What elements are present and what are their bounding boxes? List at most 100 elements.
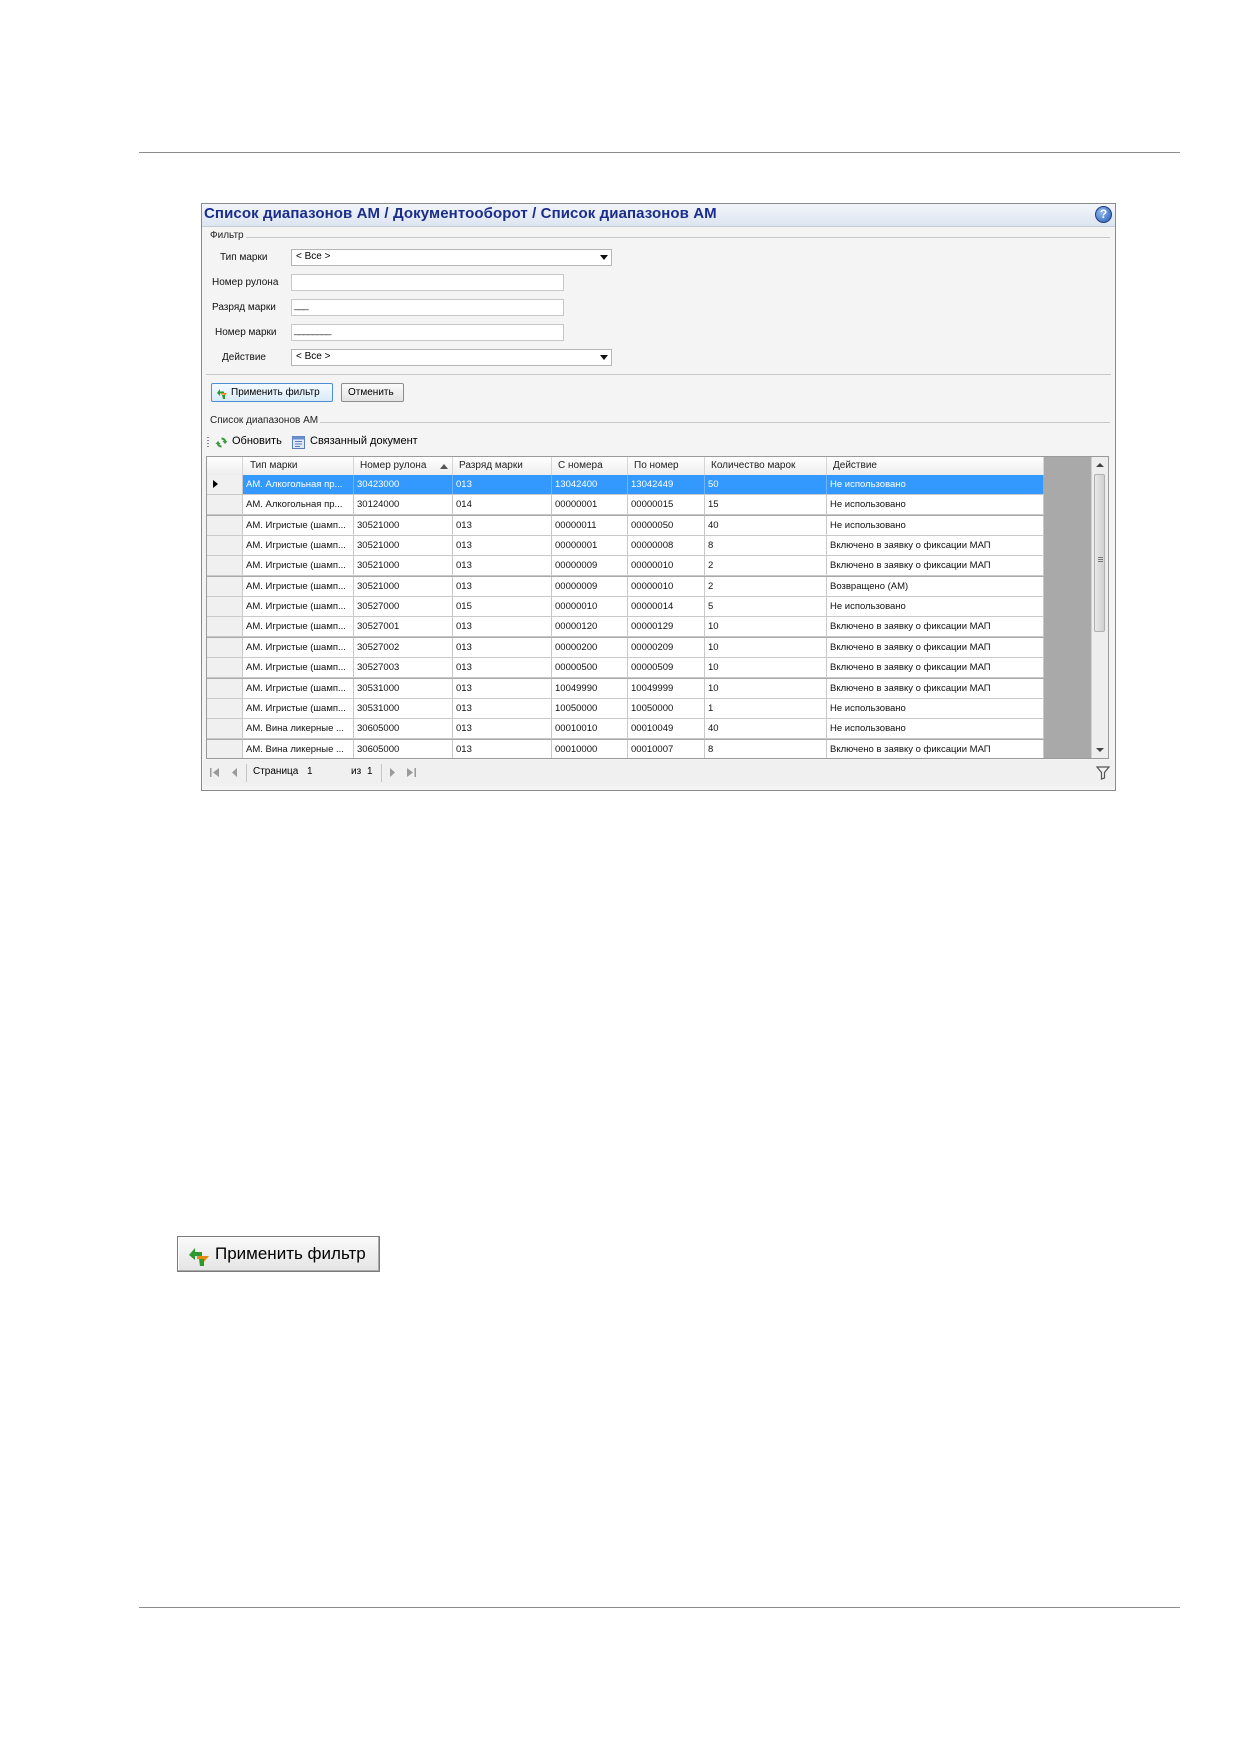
linked-document-button[interactable]: Связанный документ (310, 435, 418, 447)
row-header[interactable] (207, 698, 243, 718)
table-row[interactable]: АМ. Игристые (шамп... 30527000 015 00000010… (207, 597, 1044, 618)
cell-stamp-count: 10 (705, 617, 827, 637)
stamp-type-label: Тип марки (220, 252, 268, 263)
toolbar-grip (207, 437, 209, 449)
column-header-stamp-type[interactable]: Тип марки (243, 457, 354, 475)
column-header-to-number[interactable]: По номер (628, 457, 705, 475)
cell-stamp-type: АМ. Игристые (шамп... (243, 515, 354, 535)
table-row[interactable]: АМ. Игристые (шамп... 30521000 013 00000009… (207, 556, 1044, 577)
row-header[interactable] (207, 576, 243, 596)
cell-from-number: 00000001 (552, 536, 628, 556)
cancel-filter-button[interactable]: Отменить (341, 383, 404, 402)
table-row[interactable]: АМ. Игристые (шамп... 30531000 013 10050000… (207, 698, 1044, 719)
cell-stamp-rank: 013 (453, 515, 552, 535)
help-icon[interactable]: ? (1095, 206, 1112, 223)
cell-roll-number: 30124000 (354, 495, 453, 515)
prev-page-icon[interactable] (229, 767, 241, 778)
pager-separator (246, 764, 247, 782)
last-page-icon[interactable] (405, 767, 417, 778)
table-row[interactable]: АМ. Игристые (шамп... 30527002 013 00000200… (207, 637, 1044, 658)
stamp-type-select[interactable]: < Все > (291, 249, 612, 266)
filter-divider (206, 374, 1111, 375)
table-row[interactable]: АМ. Алкогольная пр... 30124000 014 00000001… (207, 495, 1044, 516)
apply-filter-button[interactable]: Применить фильтр (211, 383, 333, 402)
table-row[interactable]: АМ. Игристые (шамп... 30521000 013 00000009… (207, 576, 1044, 597)
row-header[interactable] (207, 597, 243, 617)
cell-from-number: 00000009 (552, 556, 628, 576)
action-select[interactable]: < Все > (291, 349, 612, 366)
cell-roll-number: 30527000 (354, 597, 453, 617)
cell-stamp-type: АМ. Алкогольная пр... (243, 495, 354, 515)
column-header-from-number[interactable]: С номера (552, 457, 628, 475)
row-header[interactable] (207, 515, 243, 535)
scroll-up-icon[interactable] (1096, 463, 1104, 467)
cell-stamp-count: 2 (705, 556, 827, 576)
apply-filter-sample-label: Применить фильтр (215, 1244, 366, 1263)
row-header[interactable] (207, 556, 243, 576)
cancel-filter-label: Отменить (348, 387, 394, 398)
row-header[interactable] (207, 739, 243, 758)
cell-action: Включено в заявку о фиксации МАП (827, 556, 1044, 576)
vertical-scrollbar[interactable] (1091, 457, 1108, 758)
row-header[interactable] (207, 536, 243, 556)
row-header[interactable] (207, 637, 243, 657)
cell-to-number: 00010049 (628, 719, 705, 739)
page-label: Страница (253, 766, 299, 777)
stamp-number-label: Номер марки (215, 327, 277, 338)
stamp-rank-input[interactable]: ___ (291, 299, 564, 316)
refresh-button[interactable]: Обновить (232, 435, 282, 447)
cell-to-number: 10050000 (628, 698, 705, 718)
cell-to-number: 00010007 (628, 739, 705, 758)
first-page-icon[interactable] (209, 767, 221, 778)
row-header[interactable] (207, 719, 243, 739)
row-header[interactable] (207, 495, 243, 515)
cell-stamp-type: АМ. Игристые (шамп... (243, 556, 354, 576)
cell-from-number: 00000010 (552, 597, 628, 617)
cell-stamp-count: 2 (705, 576, 827, 596)
row-header[interactable] (207, 658, 243, 678)
table-row[interactable]: АМ. Игристые (шамп... 30531000 013 10049990… (207, 678, 1044, 699)
roll-number-input[interactable] (291, 274, 564, 291)
scroll-down-icon[interactable] (1096, 748, 1104, 752)
action-value: < Все > (296, 351, 331, 362)
cell-roll-number: 30531000 (354, 678, 453, 698)
refresh-filter-icon (189, 1248, 209, 1266)
cell-from-number: 00000001 (552, 495, 628, 515)
column-header-action[interactable]: Действие (827, 457, 1044, 475)
filter-funnel-icon[interactable] (1096, 766, 1110, 780)
table-row[interactable]: АМ. Игристые (шамп... 30527003 013 00000500… (207, 658, 1044, 679)
page-header-rule (139, 152, 1180, 153)
table-row[interactable]: АМ. Алкогольная пр... 30423000 013 13042400… (207, 475, 1044, 495)
page-input[interactable]: 1 (307, 766, 313, 777)
cell-roll-number: 30527003 (354, 658, 453, 678)
refresh-icon[interactable] (215, 436, 228, 449)
cell-stamp-count: 8 (705, 739, 827, 758)
row-header[interactable] (207, 678, 243, 698)
table-row[interactable]: АМ. Игристые (шамп... 30521000 013 00000011… (207, 515, 1044, 536)
row-header[interactable] (207, 617, 243, 637)
ranges-window: Список диапазонов АМ / Документооборот /… (201, 203, 1116, 791)
table-row[interactable]: АМ. Игристые (шамп... 30527001 013 00000120… (207, 617, 1044, 638)
stamp-rank-mask: ___ (294, 300, 309, 311)
table-row[interactable]: АМ. Вина ликерные ... 30605000 013 00010010… (207, 719, 1044, 740)
cell-action: Включено в заявку о фиксации МАП (827, 637, 1044, 657)
column-header-stamp-count[interactable]: Количество марок (705, 457, 827, 475)
cell-stamp-rank: 013 (453, 719, 552, 739)
cell-roll-number: 30531000 (354, 698, 453, 718)
list-group-label: Список диапазонов АМ (210, 415, 319, 426)
cell-stamp-count: 1 (705, 698, 827, 718)
current-row-icon (213, 480, 218, 488)
stamp-number-input[interactable]: ________ (291, 324, 564, 341)
column-header-roll-number[interactable]: Номер рулона (354, 457, 453, 475)
table-row[interactable]: АМ. Игристые (шамп... 30521000 013 00000001… (207, 536, 1044, 557)
apply-filter-button-sample[interactable]: Применить фильтр (177, 1236, 380, 1272)
column-header-stamp-rank[interactable]: Разряд марки (453, 457, 552, 475)
table-row[interactable]: АМ. Вина ликерные ... 30605000 013 00010000… (207, 739, 1044, 758)
cell-stamp-count: 5 (705, 597, 827, 617)
scroll-thumb[interactable] (1094, 474, 1105, 632)
row-header[interactable] (207, 475, 243, 494)
linked-document-icon[interactable] (292, 436, 305, 449)
apply-filter-label: Применить фильтр (231, 387, 320, 398)
cell-stamp-type: АМ. Вина ликерные ... (243, 719, 354, 739)
next-page-icon[interactable] (386, 767, 398, 778)
